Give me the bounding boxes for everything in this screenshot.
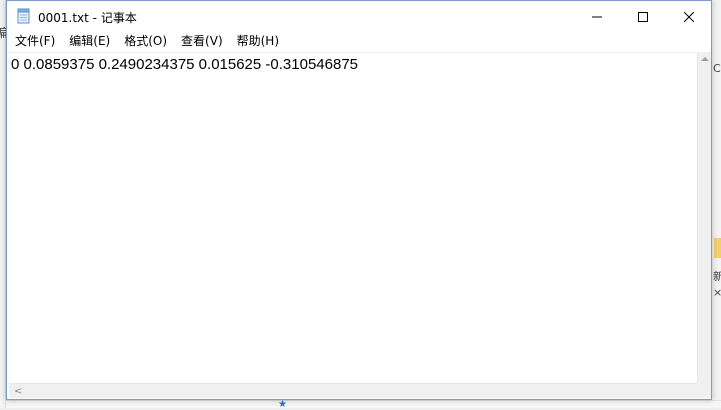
menu-format[interactable]: 格式(O) <box>117 32 174 51</box>
close-button[interactable] <box>666 1 712 32</box>
title-bar[interactable]: 0001.txt - 记事本 <box>7 1 711 32</box>
menu-help[interactable]: 帮助(H) <box>230 32 286 51</box>
background-window-bottom-edge: ★ <box>6 399 721 410</box>
minimize-button[interactable] <box>574 1 620 32</box>
menu-file[interactable]: 文件(F) <box>8 32 62 51</box>
scrollbar-corner <box>697 383 711 398</box>
scroll-left-icon[interactable]: < <box>14 387 22 397</box>
menu-view[interactable]: 查看(V) <box>174 32 230 51</box>
menu-bar: 文件(F) 编辑(E) 格式(O) 查看(V) 帮助(H) <box>7 32 711 51</box>
star-icon: ★ <box>278 399 287 410</box>
text-editor[interactable]: 0 0.0859375 0.2490234375 0.015625 -0.310… <box>9 52 697 383</box>
background-window-right-edge: C 新 × <box>712 0 721 408</box>
folder-icon <box>714 238 721 258</box>
notepad-window: 0001.txt - 记事本 文件(F) 编辑(E) 格式(O) 查看(V) 帮… <box>6 0 712 400</box>
close-icon <box>684 11 694 22</box>
maximize-button[interactable] <box>620 1 666 32</box>
background-glyph: C <box>713 62 721 75</box>
maximize-icon <box>638 11 648 22</box>
vertical-scrollbar[interactable] <box>697 52 711 383</box>
horizontal-scrollbar[interactable]: < <box>9 383 697 398</box>
scroll-up-icon[interactable] <box>701 57 709 61</box>
editor-content[interactable]: 0 0.0859375 0.2490234375 0.015625 -0.310… <box>11 56 358 73</box>
window-title: 0001.txt - 记事本 <box>38 11 137 25</box>
notepad-icon <box>17 8 31 24</box>
menu-edit[interactable]: 编辑(E) <box>62 32 117 51</box>
minimize-icon <box>592 16 602 17</box>
background-glyph: × <box>713 286 721 299</box>
background-glyph: 新 <box>713 270 721 283</box>
